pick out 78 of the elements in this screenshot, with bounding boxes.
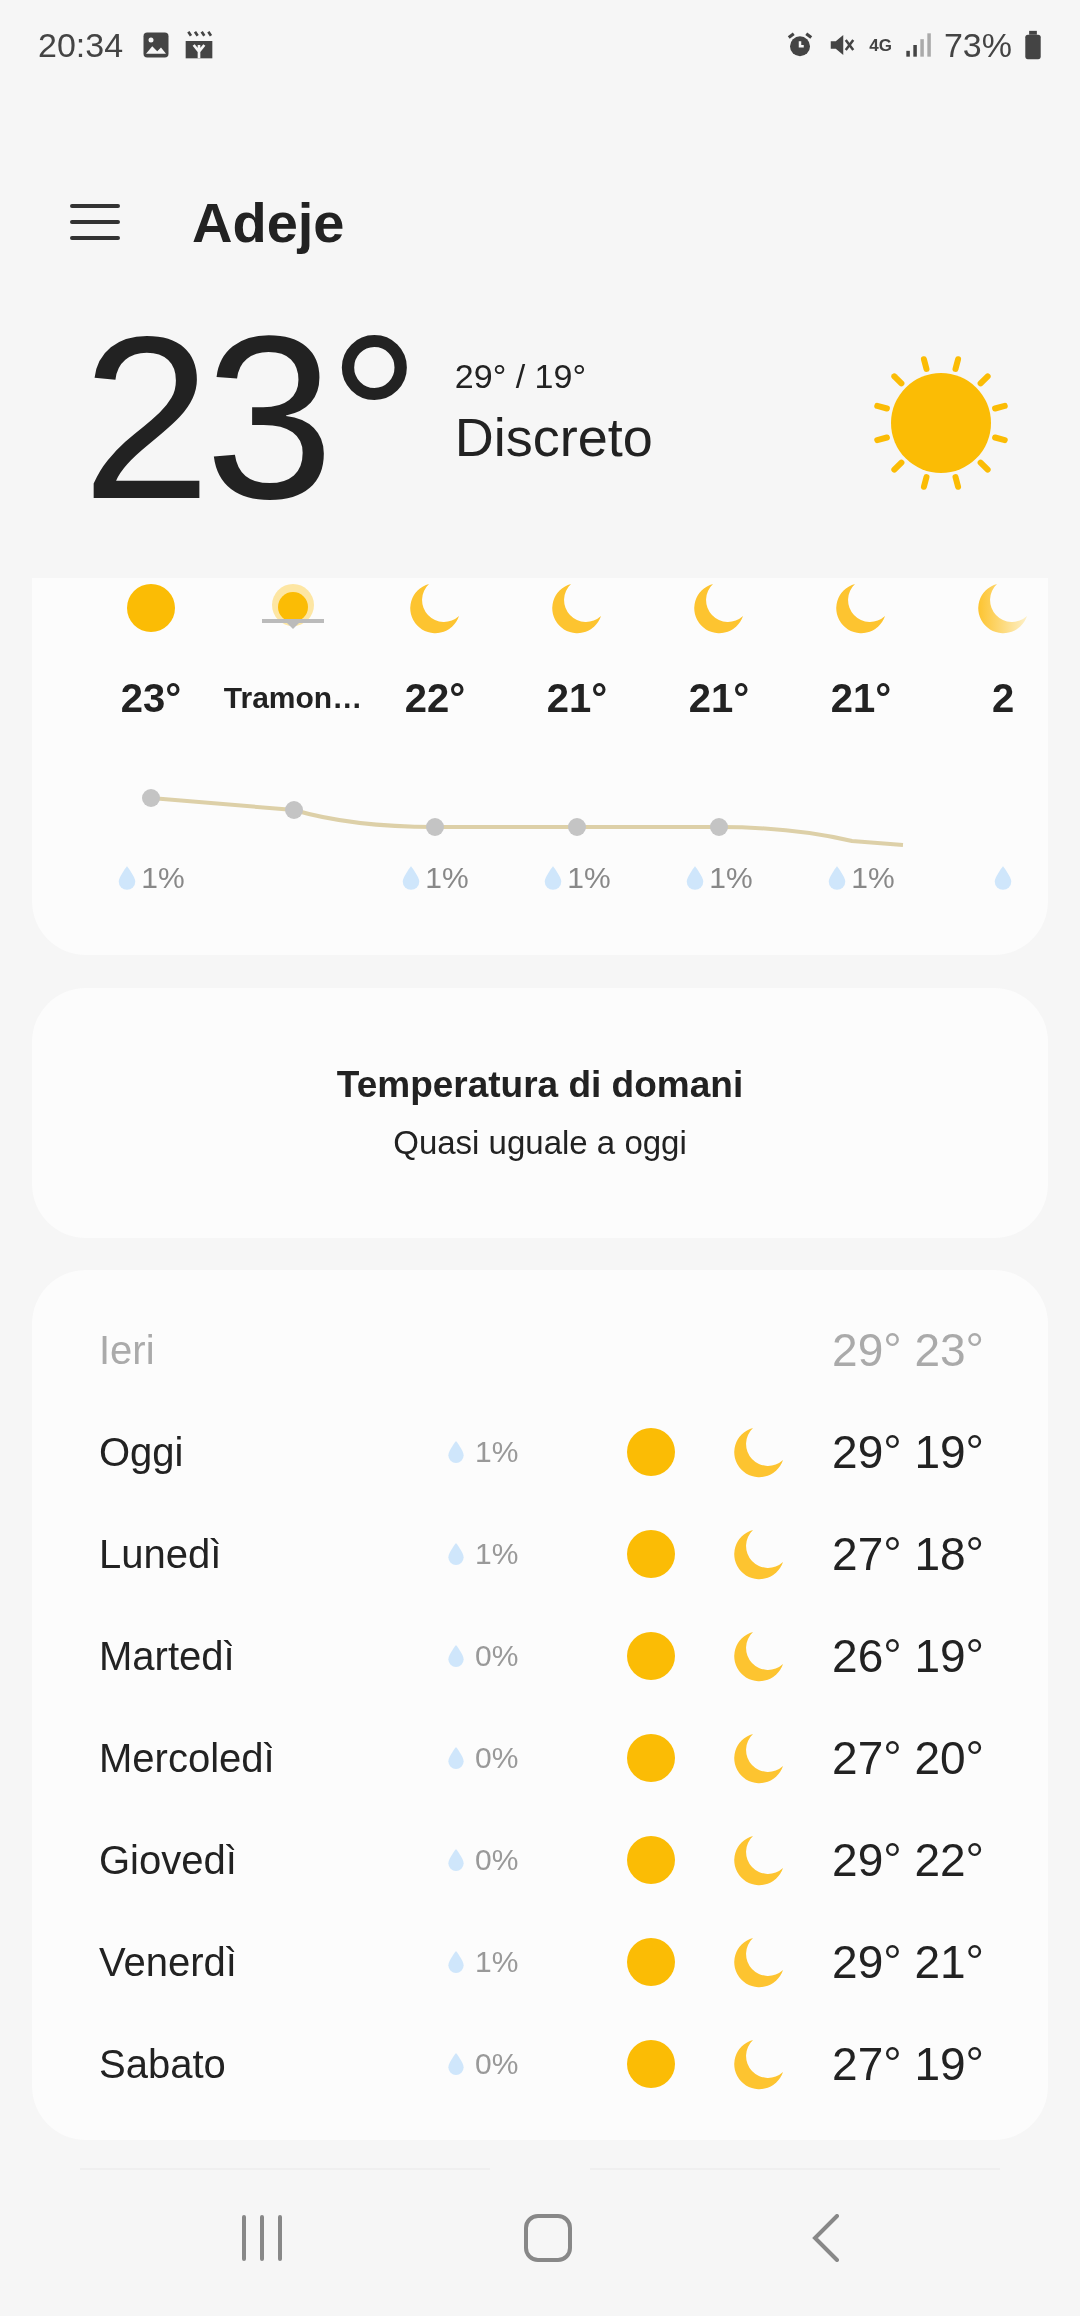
high-low-temperature: 29° 19° xyxy=(831,1425,984,1479)
moon-icon xyxy=(409,582,461,634)
sun-icon xyxy=(626,1427,676,1477)
current-temperature: 23° xyxy=(82,301,415,534)
high-low-temperature: 29° / 19° xyxy=(454,357,587,396)
precipitation-chance: 1% xyxy=(475,1435,519,1469)
tomorrow-description: Quasi uguale a oggi xyxy=(393,1124,687,1162)
back-icon[interactable] xyxy=(812,2214,840,2262)
day-name: Martedì xyxy=(99,1633,236,1679)
raindrop-icon xyxy=(447,1950,465,1974)
precipitation-chance: 1% xyxy=(425,861,469,895)
high-low-temperature: 29° 21° xyxy=(831,1935,984,1989)
network-label: 4G xyxy=(869,36,892,54)
battery-icon xyxy=(1024,29,1042,61)
sun-icon xyxy=(626,1835,676,1885)
raindrop-icon xyxy=(447,1848,465,1872)
precipitation-chance: 1% xyxy=(851,861,895,895)
moon-icon xyxy=(693,582,745,634)
precipitation-chance: 0% xyxy=(475,1843,519,1877)
sun-icon xyxy=(626,2039,676,2089)
precipitation-chance: 1% xyxy=(709,861,753,895)
moon-icon xyxy=(733,2038,785,2090)
day-name: Oggi xyxy=(99,1429,185,1475)
hour-temperature: Tramon… xyxy=(223,680,363,716)
day-name: Sabato xyxy=(99,2041,227,2087)
moon-icon xyxy=(733,1834,785,1886)
moon-icon xyxy=(733,1528,785,1580)
day-name: Lunedì xyxy=(99,1531,223,1577)
sun-icon xyxy=(626,1631,676,1681)
hour-temperature: 23° xyxy=(120,674,182,722)
precipitation-chance: 0% xyxy=(475,2047,519,2081)
raindrop-icon xyxy=(447,1644,465,1668)
sun-icon xyxy=(126,583,176,633)
high-low-temperature: 26° 19° xyxy=(831,1629,984,1683)
sun-icon xyxy=(626,1733,676,1783)
precipitation-chance: 1% xyxy=(475,1537,519,1571)
image-icon xyxy=(141,30,172,60)
high-low-temperature: 27° 18° xyxy=(831,1527,984,1581)
precipitation-chance: 1% xyxy=(475,1945,519,1979)
raindrop-icon xyxy=(447,1440,465,1464)
precipitation-chance: 1% xyxy=(141,861,185,895)
sun-icon xyxy=(626,1529,676,1579)
battery-percentage: 73% xyxy=(943,25,1012,65)
raindrop-icon xyxy=(447,1746,465,1770)
sun-icon xyxy=(626,1937,676,1987)
high-low-temperature: 27° 19° xyxy=(831,2037,984,2091)
precipitation-chance: 1% xyxy=(567,861,611,895)
tomorrow-title: Temperatura di domani xyxy=(336,1064,744,1106)
signal-icon xyxy=(903,30,932,60)
recent-apps-icon[interactable] xyxy=(240,2215,284,2261)
precipitation-chance: 0% xyxy=(475,1741,519,1775)
raindrop-icon xyxy=(447,2052,465,2076)
moon-icon xyxy=(733,1426,785,1478)
hour-temperature: 21° xyxy=(546,674,608,722)
day-name: Venerdì xyxy=(99,1939,238,1985)
high-low-temperature: 29° 23° xyxy=(831,1323,984,1377)
city-title: Adeje xyxy=(192,189,345,255)
hour-temperature: 21° xyxy=(688,674,750,722)
hour-temperature: 21° xyxy=(830,674,892,722)
moon-icon xyxy=(835,582,887,634)
moon-icon xyxy=(733,1732,785,1784)
high-low-temperature: 29° 22° xyxy=(831,1833,984,1887)
moon-icon xyxy=(733,1936,785,1988)
weather-condition: Discreto xyxy=(454,406,654,468)
moon-icon xyxy=(977,582,1029,634)
moon-icon xyxy=(551,582,603,634)
hour-temperature: 2 xyxy=(991,674,1015,722)
menu-icon[interactable] xyxy=(70,202,120,242)
day-name: Mercoledì xyxy=(99,1735,276,1781)
precipitation-chance: 0% xyxy=(475,1639,519,1673)
status-time: 20:34 xyxy=(38,25,124,65)
day-name: Ieri xyxy=(99,1327,156,1373)
home-icon[interactable] xyxy=(524,2214,572,2262)
high-low-temperature: 27° 20° xyxy=(831,1731,984,1785)
moon-icon xyxy=(733,1630,785,1682)
day-name: Giovedì xyxy=(99,1837,238,1883)
raindrop-icon xyxy=(447,1542,465,1566)
hour-temperature: 22° xyxy=(404,674,466,722)
